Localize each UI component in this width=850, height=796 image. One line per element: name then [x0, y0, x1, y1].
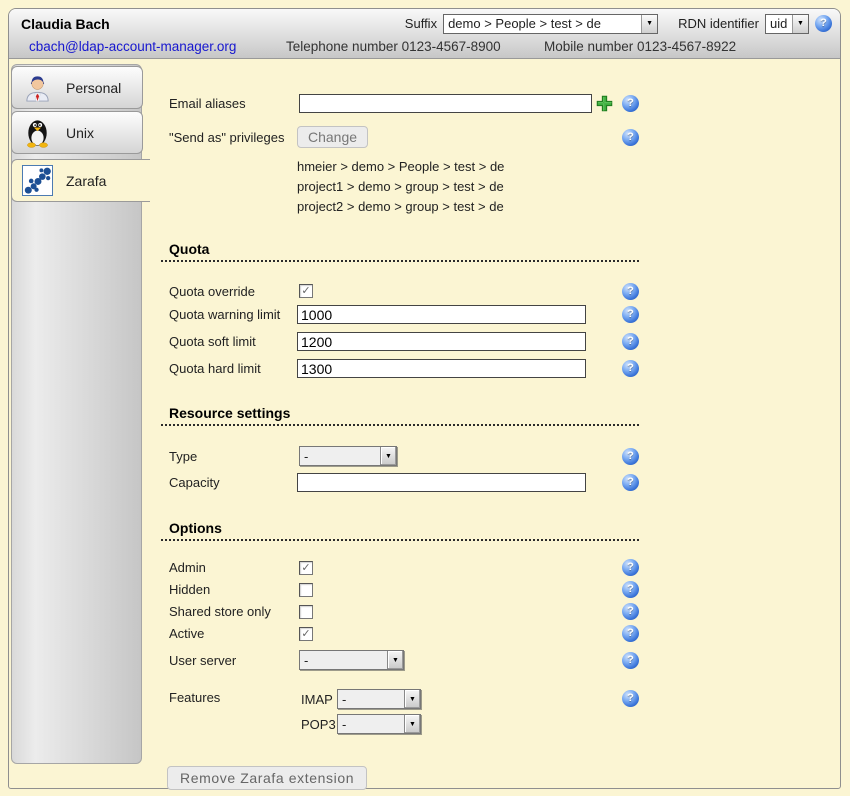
- tux-icon: [22, 117, 53, 148]
- user-server-select[interactable]: - ▼: [299, 650, 404, 670]
- quota-soft-limit-label: Quota soft limit: [161, 334, 297, 349]
- user-server-label: User server: [161, 653, 297, 668]
- titlebar: Claudia Bach Suffix demo > People > test…: [9, 9, 840, 59]
- quota-warning-limit-label: Quota warning limit: [161, 307, 297, 322]
- help-icon[interactable]: ?: [622, 652, 639, 669]
- suffix-select-value: demo > People > test > de: [444, 15, 641, 33]
- section-options-title: Options: [161, 520, 639, 541]
- active-label: Active: [161, 626, 297, 641]
- quota-hard-limit-input[interactable]: [297, 359, 586, 378]
- help-icon[interactable]: ?: [622, 95, 639, 112]
- admin-checkbox[interactable]: ✓: [299, 561, 313, 575]
- help-icon[interactable]: ?: [622, 283, 639, 300]
- help-icon[interactable]: ?: [622, 474, 639, 491]
- section-resource-title: Resource settings: [161, 405, 639, 426]
- hidden-checkbox[interactable]: [299, 583, 313, 597]
- help-icon[interactable]: ?: [622, 559, 639, 576]
- user-server-select-value: -: [300, 651, 387, 669]
- remove-zarafa-extension-button[interactable]: Remove Zarafa extension: [167, 766, 367, 790]
- pop3-label: POP3: [297, 717, 337, 732]
- chevron-down-icon[interactable]: ▼: [404, 690, 420, 708]
- help-icon[interactable]: ?: [622, 581, 639, 598]
- email-aliases-input[interactable]: [299, 94, 592, 113]
- help-icon[interactable]: ?: [815, 15, 832, 32]
- rdn-select-value: uid: [766, 15, 792, 33]
- shared-store-only-label: Shared store only: [161, 604, 297, 619]
- capacity-label: Capacity: [161, 475, 297, 490]
- account-name: Claudia Bach: [21, 16, 110, 32]
- quota-hard-limit-label: Quota hard limit: [161, 361, 297, 376]
- suffix-select[interactable]: demo > People > test > de ▼: [443, 14, 658, 34]
- quota-override-checkbox[interactable]: ✓: [299, 284, 313, 298]
- type-select[interactable]: - ▼: [299, 446, 397, 466]
- pop3-select[interactable]: - ▼: [337, 714, 421, 734]
- account-email-link[interactable]: cbach@ldap-account-manager.org: [29, 39, 236, 54]
- help-icon[interactable]: ?: [622, 603, 639, 620]
- shared-store-only-checkbox[interactable]: [299, 605, 313, 619]
- send-as-entry: project2 > demo > group > test > de: [297, 197, 639, 217]
- email-aliases-label: Email aliases: [161, 96, 297, 111]
- zarafa-icon: [22, 165, 53, 196]
- person-icon: [22, 72, 53, 103]
- admin-label: Admin: [161, 560, 297, 575]
- help-icon[interactable]: ?: [622, 448, 639, 465]
- tab-unix-label: Unix: [66, 125, 94, 141]
- account-edit-window: Claudia Bach Suffix demo > People > test…: [8, 8, 841, 789]
- type-label: Type: [161, 449, 297, 464]
- imap-label: IMAP: [297, 692, 337, 707]
- help-icon[interactable]: ?: [622, 306, 639, 323]
- suffix-label: Suffix: [405, 16, 437, 31]
- send-as-entry: project1 > demo > group > test > de: [297, 177, 639, 197]
- section-quota-title: Quota: [161, 241, 639, 262]
- tab-zarafa[interactable]: Zarafa: [11, 159, 150, 202]
- chevron-down-icon[interactable]: ▼: [404, 715, 420, 733]
- quota-soft-limit-input[interactable]: [297, 332, 586, 351]
- imap-select-value: -: [338, 690, 404, 708]
- tab-unix[interactable]: Unix: [11, 111, 143, 154]
- help-icon[interactable]: ?: [622, 690, 639, 707]
- capacity-input[interactable]: [297, 473, 586, 492]
- help-icon[interactable]: ?: [622, 625, 639, 642]
- hidden-label: Hidden: [161, 582, 297, 597]
- imap-select[interactable]: - ▼: [337, 689, 421, 709]
- chevron-down-icon[interactable]: ▼: [380, 447, 396, 465]
- tab-zarafa-label: Zarafa: [66, 173, 106, 189]
- change-send-as-button[interactable]: Change: [297, 126, 368, 148]
- telephone-number: Telephone number 0123-4567-8900: [286, 39, 501, 54]
- send-as-entry: hmeier > demo > People > test > de: [297, 157, 639, 177]
- pop3-select-value: -: [338, 715, 404, 733]
- rdn-identifier-label: RDN identifier: [678, 16, 759, 31]
- tab-personal-label: Personal: [66, 80, 121, 96]
- help-icon[interactable]: ?: [622, 333, 639, 350]
- chevron-down-icon[interactable]: ▼: [387, 651, 403, 669]
- chevron-down-icon[interactable]: ▼: [641, 15, 657, 33]
- rdn-identifier-select[interactable]: uid ▼: [765, 14, 809, 34]
- active-checkbox[interactable]: ✓: [299, 627, 313, 641]
- chevron-down-icon[interactable]: ▼: [792, 15, 808, 33]
- help-icon[interactable]: ?: [622, 360, 639, 377]
- type-select-value: -: [300, 447, 380, 465]
- mobile-number: Mobile number 0123-4567-8922: [544, 39, 736, 54]
- add-icon[interactable]: [596, 95, 613, 112]
- features-label: Features: [161, 690, 297, 705]
- help-icon[interactable]: ?: [622, 129, 639, 146]
- send-as-label: "Send as" privileges: [161, 130, 297, 145]
- send-as-list: hmeier > demo > People > test > de proje…: [297, 157, 639, 217]
- quota-warning-limit-input[interactable]: [297, 305, 586, 324]
- tab-personal[interactable]: Personal: [11, 66, 143, 109]
- quota-override-label: Quota override: [161, 284, 297, 299]
- zarafa-settings-form: Email aliases ? "Send as" privileges Cha…: [161, 67, 639, 790]
